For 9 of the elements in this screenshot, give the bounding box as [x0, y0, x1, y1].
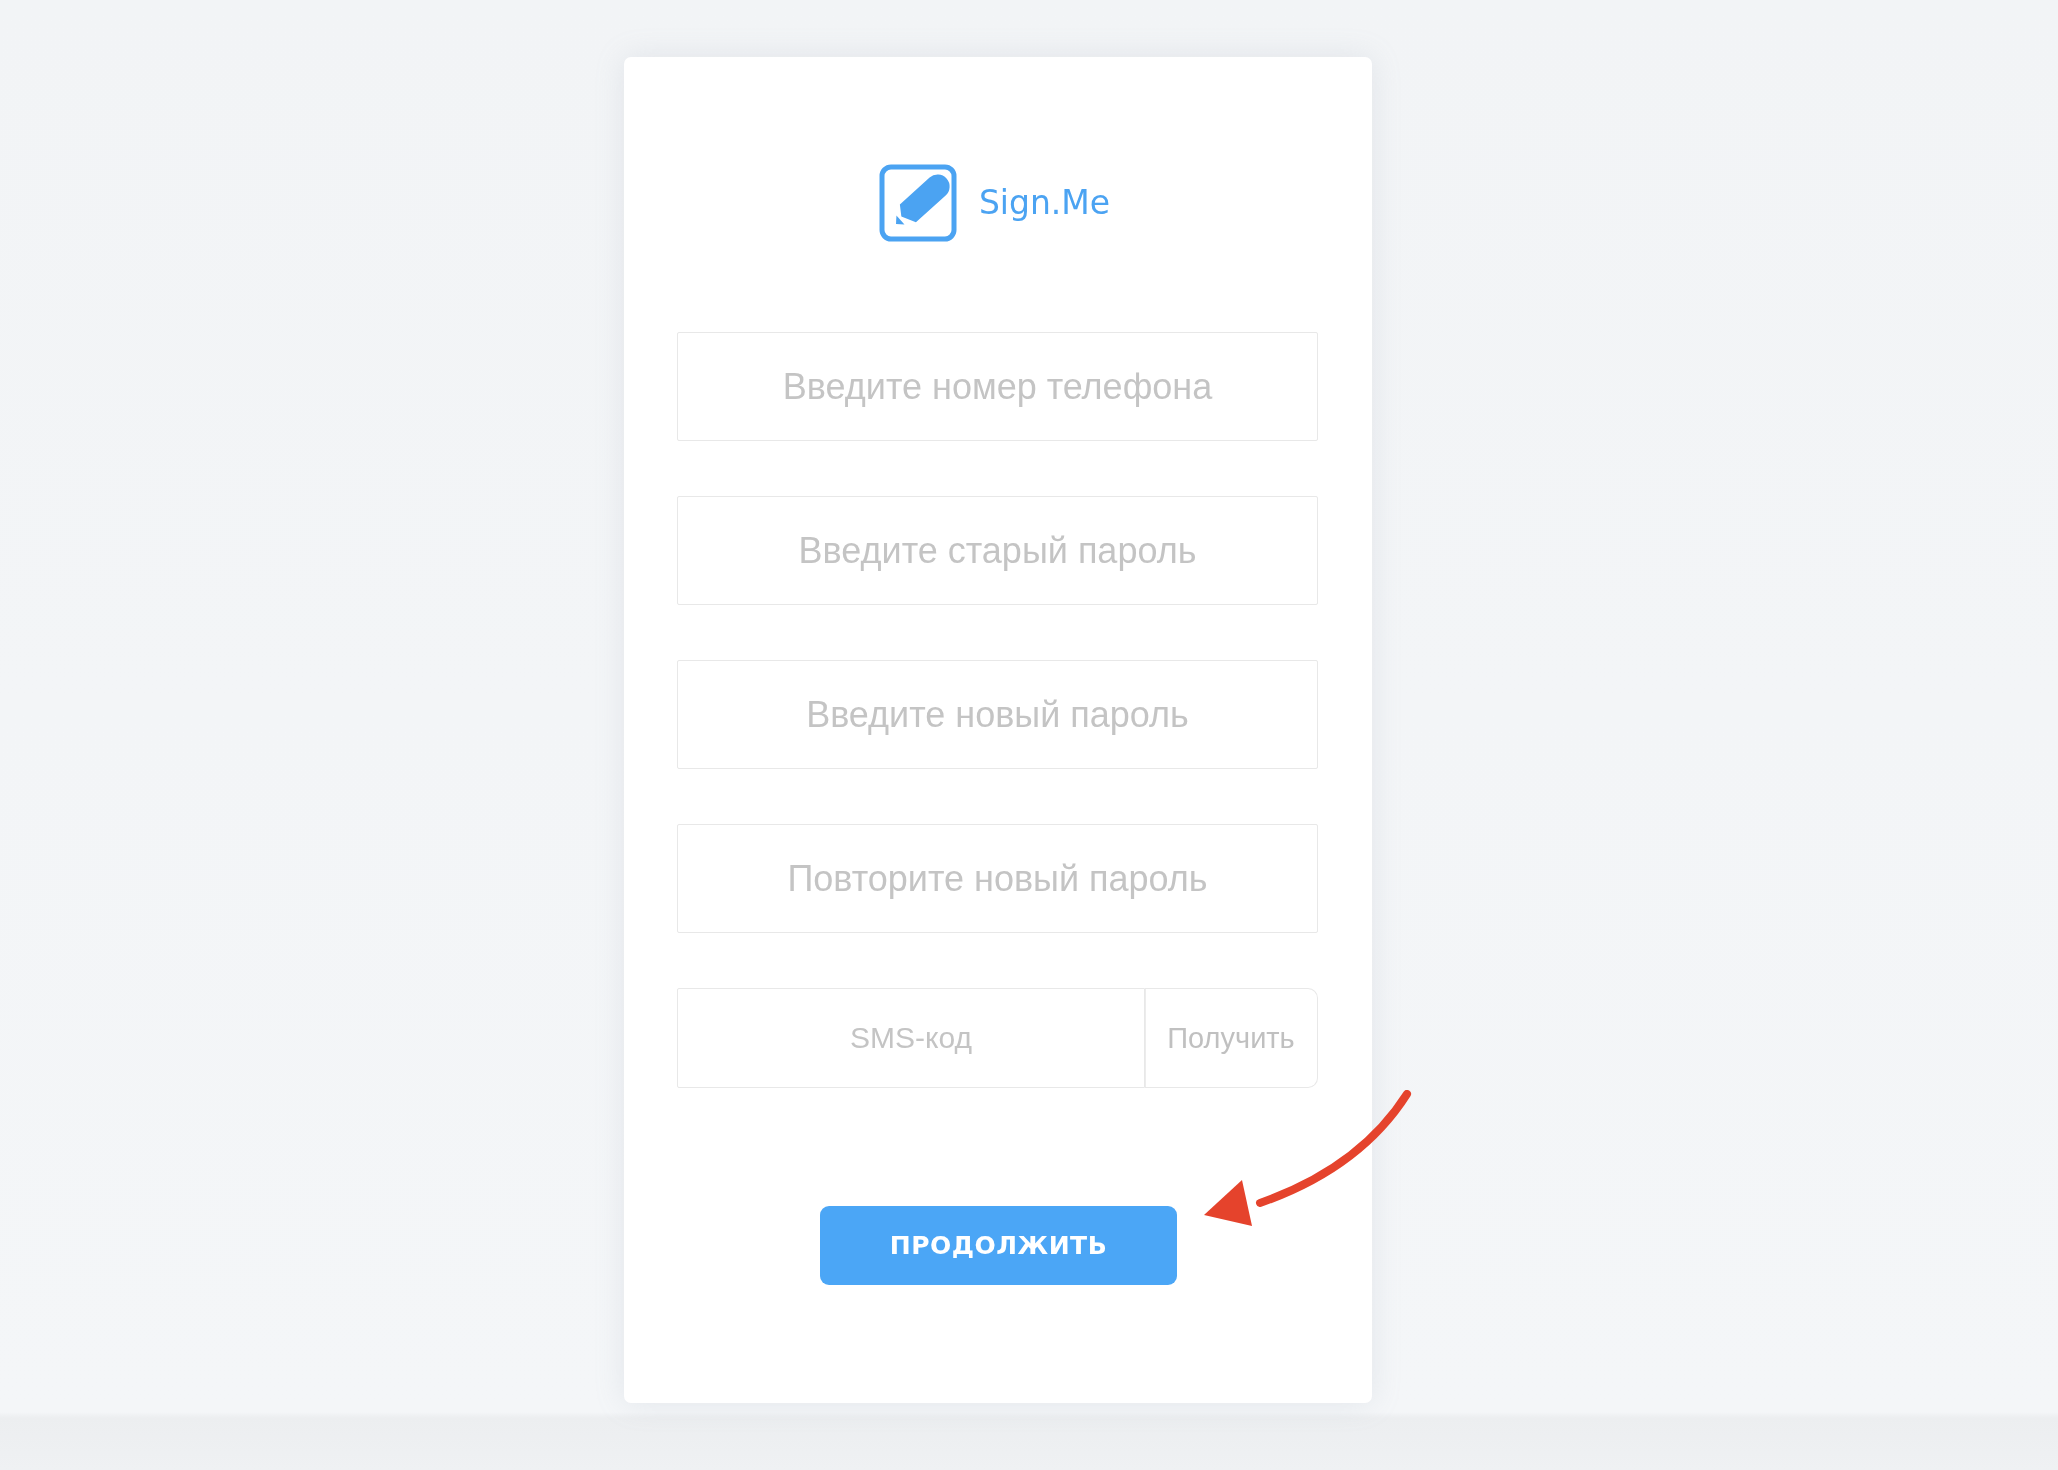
input-field[interactable]: Повторите новый пароль [677, 824, 1318, 933]
input-field[interactable]: Введите старый пароль [677, 496, 1318, 605]
logo-text: Sign.Me [978, 183, 1111, 223]
continue-button[interactable]: ПРОДОЛЖИТЬ [820, 1206, 1177, 1285]
input-field[interactable]: Введите новый пароль [677, 660, 1318, 769]
pencil-square-icon [878, 164, 957, 242]
sms-code-field[interactable]: SMS-код [677, 988, 1145, 1088]
input-field[interactable]: Введите номер телефона [677, 332, 1318, 441]
get-code-button[interactable]: Получить [1145, 988, 1318, 1088]
